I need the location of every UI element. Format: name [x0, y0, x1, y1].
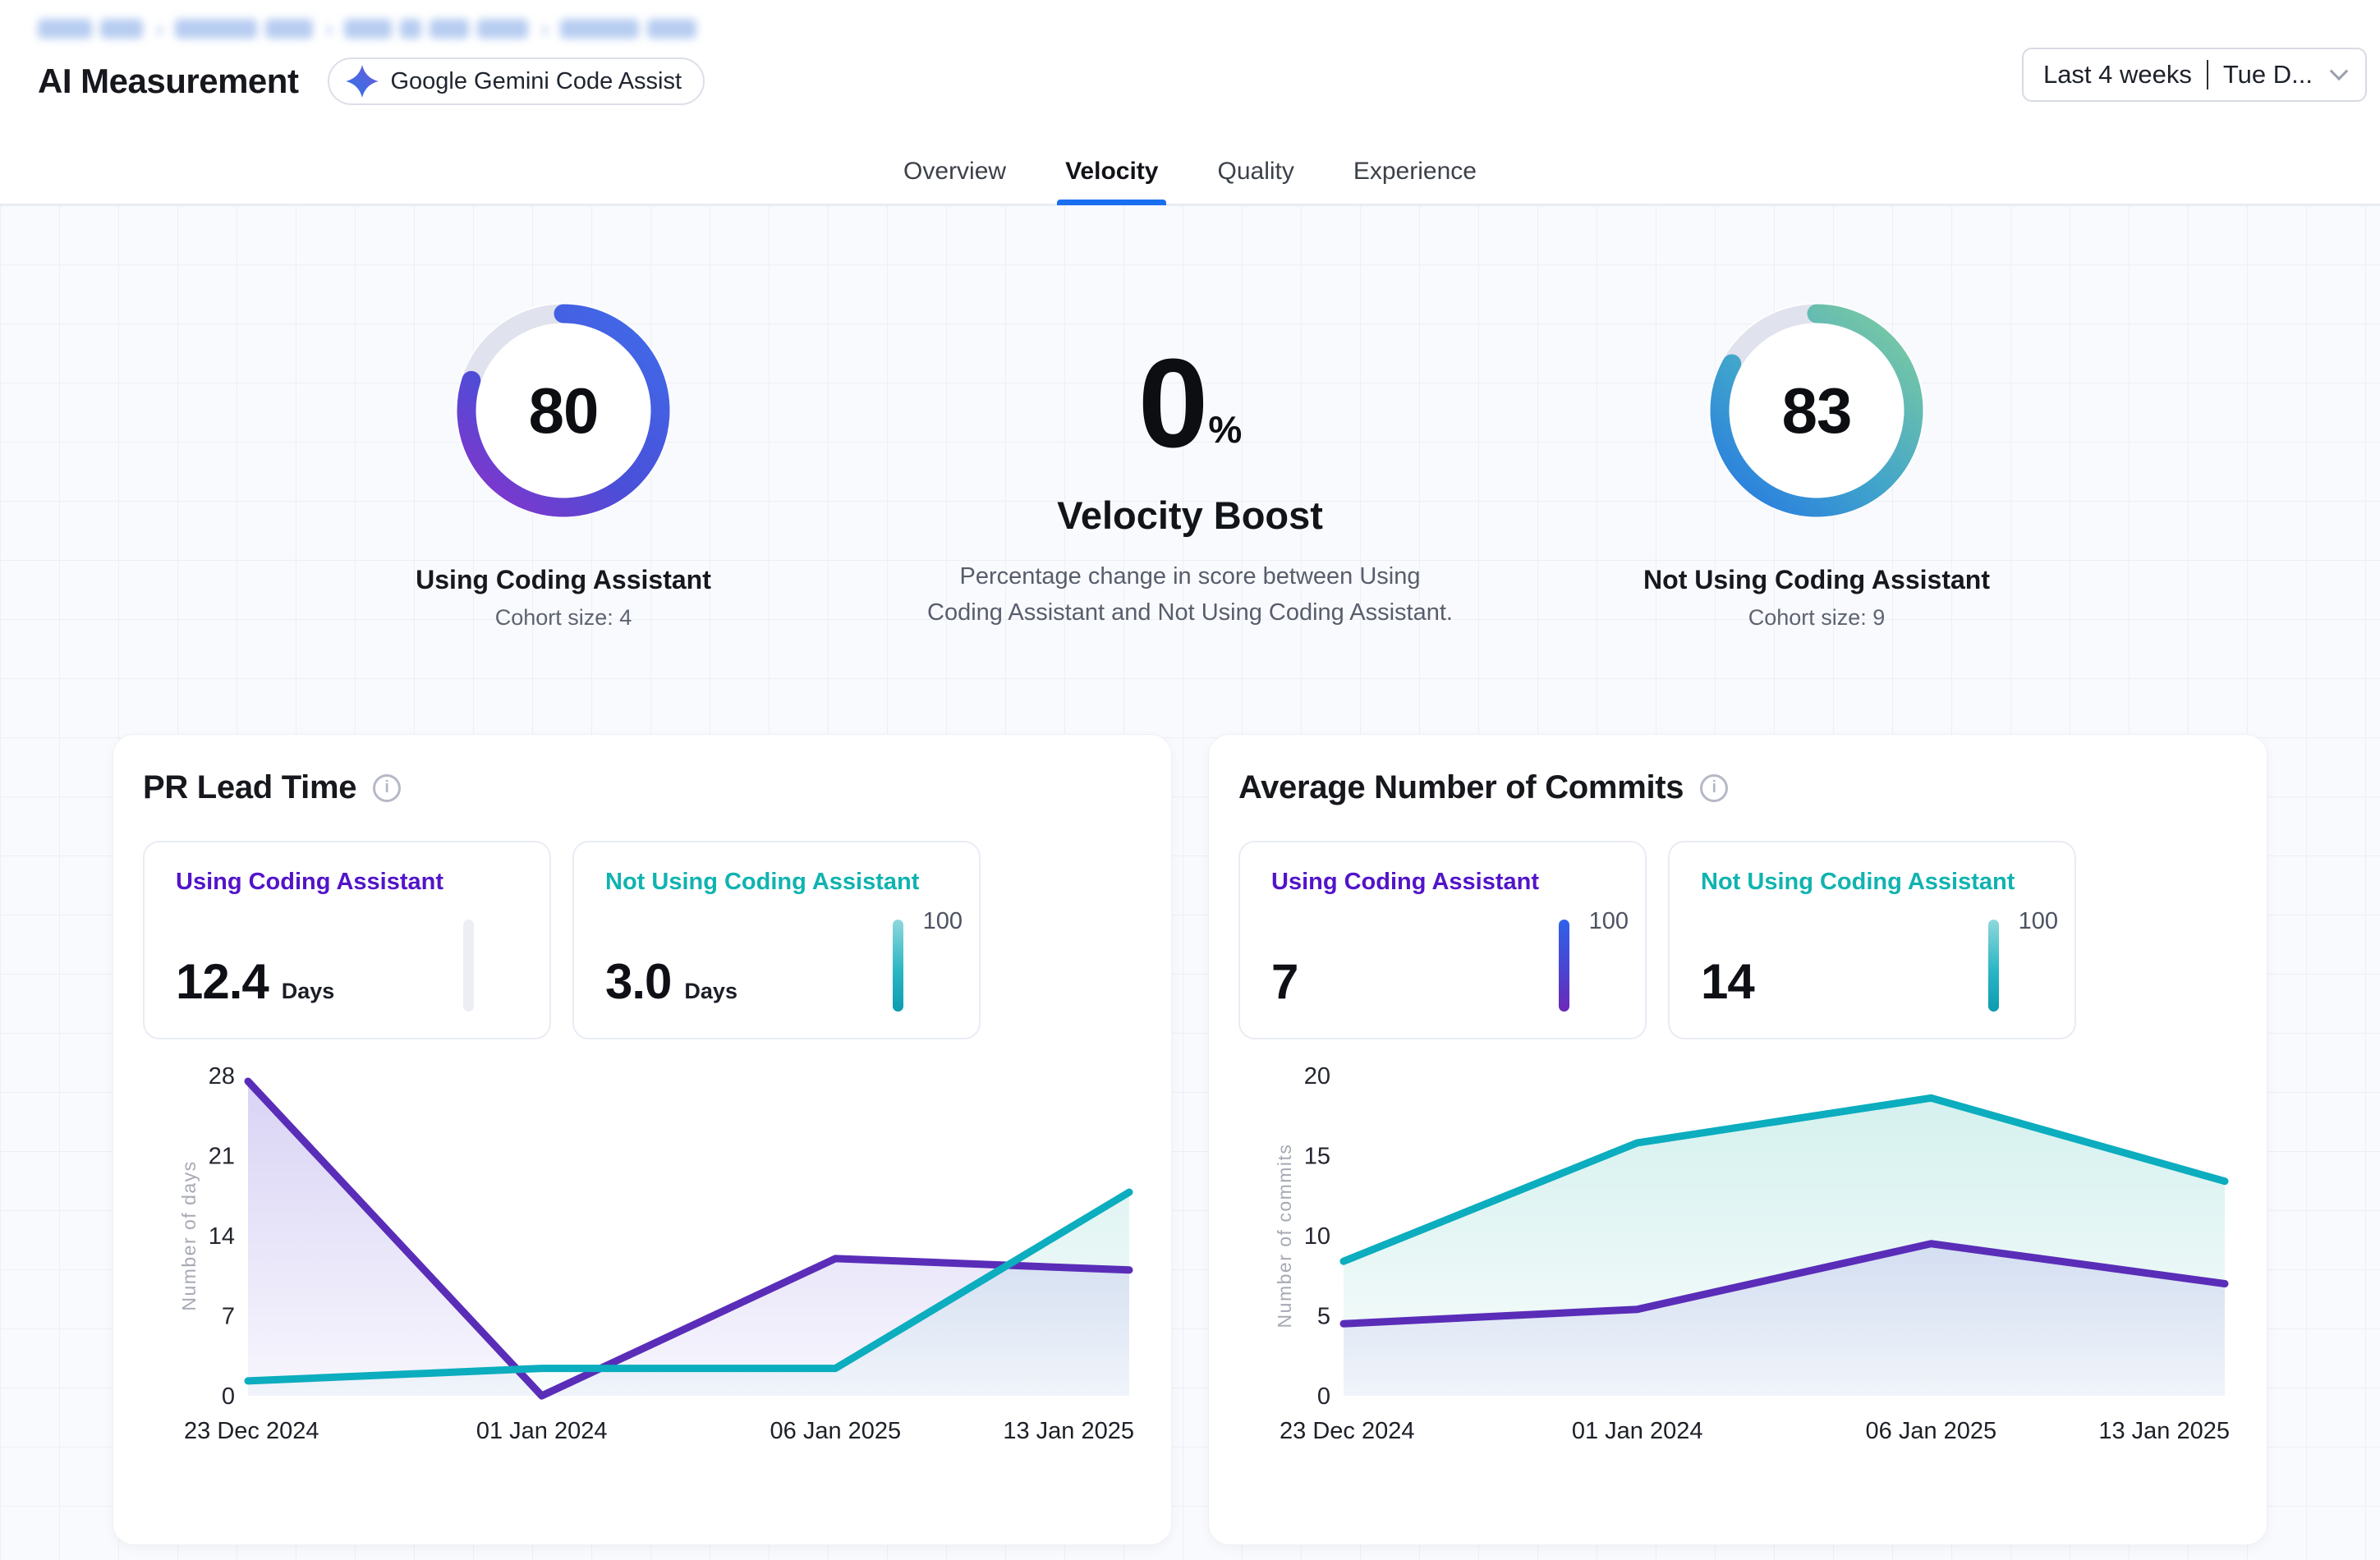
breadcrumb-segment[interactable]	[430, 19, 469, 39]
breadcrumb-separator: ›	[541, 16, 549, 42]
boost-value: 0	[1138, 343, 1209, 463]
pr-lead-time-chart: 0 7 14 21 28 Number of days 23 Dec 2024 01 Jan …	[143, 1059, 1142, 1453]
svg-text:0: 0	[1317, 1383, 1330, 1410]
stat-gauge-max: 100	[2019, 908, 2058, 935]
chevron-down-icon	[2330, 62, 2349, 80]
stat-label: Using Coding Assistant	[176, 869, 518, 896]
info-icon[interactable]: i	[373, 774, 401, 802]
avg-commits-card: Average Number of Commits i Using Coding…	[1208, 734, 2267, 1545]
stat-label: Using Coding Assistant	[1271, 869, 1614, 896]
info-icon[interactable]: i	[1700, 774, 1728, 802]
breadcrumb-segment[interactable]	[647, 19, 696, 39]
date-range-select[interactable]: Last 4 weeks Tue D...	[2022, 48, 2367, 102]
svg-text:Number of commits: Number of commits	[1274, 1144, 1295, 1328]
breadcrumb-separator: ›	[156, 16, 163, 42]
avg-commits-title: Average Number of Commits	[1238, 769, 1684, 806]
date-range-detail: Tue D...	[2223, 60, 2313, 89]
svg-text:15: 15	[1304, 1144, 1330, 1170]
svg-text:Number of days: Number of days	[178, 1160, 200, 1310]
stat-unit: Days	[684, 979, 737, 1004]
tabbar: Overview Velocity Quality Experience	[0, 140, 2380, 205]
not-using-gauge-label: Not Using Coding Assistant	[1643, 565, 1990, 595]
breadcrumb-segment[interactable]	[265, 19, 313, 39]
svg-text:13 Jan 2025: 13 Jan 2025	[2098, 1418, 2230, 1444]
stat-gauge-bar	[1559, 920, 1569, 1012]
svg-text:13 Jan 2025: 13 Jan 2025	[1003, 1418, 1134, 1444]
stat-gauge-max: 100	[1589, 908, 1629, 935]
svg-text:0: 0	[222, 1383, 235, 1410]
stat-gauge-bar	[1988, 920, 1999, 1012]
not-using-cohort-size: Cohort size: 9	[1748, 605, 1886, 631]
date-range-divider	[2207, 60, 2208, 89]
pr-not-using-stat-card: Not Using Coding Assistant 3.0 Days 100	[572, 841, 981, 1039]
assistant-badge[interactable]: Google Gemini Code Assist	[328, 57, 705, 105]
boost-title: Velocity Boost	[927, 493, 1453, 538]
content-area: 80 Using Coding Assistant Cohort size: 4…	[0, 205, 2380, 1560]
tab-quality[interactable]: Quality	[1209, 140, 1302, 204]
stat-value: 12.4	[176, 953, 269, 1010]
boost-unit: %	[1208, 407, 1242, 463]
svg-text:01 Jan 2024: 01 Jan 2024	[1572, 1418, 1703, 1444]
pr-using-stat-card: Using Coding Assistant 12.4 Days	[143, 841, 551, 1039]
gemini-star-icon	[346, 65, 379, 98]
svg-text:5: 5	[1317, 1304, 1330, 1330]
breadcrumb-segment[interactable]	[38, 19, 92, 39]
not-using-gauge-block: 83 Not Using Coding Assistant Cohort siz…	[1652, 296, 1981, 734]
using-score-value: 80	[448, 296, 678, 525]
breadcrumb-segment[interactable]	[400, 19, 421, 39]
breadcrumb-segment[interactable]	[344, 19, 392, 39]
using-cohort-size: Cohort size: 4	[495, 605, 632, 631]
stat-value: 3.0	[605, 953, 671, 1010]
stat-label: Not Using Coding Assistant	[1701, 869, 2043, 896]
svg-text:20: 20	[1304, 1063, 1330, 1090]
using-gauge-label: Using Coding Assistant	[416, 565, 711, 595]
breadcrumb-segment[interactable]	[175, 19, 257, 39]
svg-text:14: 14	[209, 1223, 235, 1250]
assistant-badge-label: Google Gemini Code Assist	[390, 68, 682, 95]
pr-lead-time-card: PR Lead Time i Using Coding Assistant 12…	[113, 734, 1172, 1545]
stat-gauge-bar	[893, 920, 903, 1012]
svg-text:10: 10	[1304, 1223, 1330, 1250]
velocity-boost-block: 0 % Velocity Boost Percentage change in …	[927, 296, 1453, 734]
svg-text:06 Jan 2025: 06 Jan 2025	[770, 1418, 902, 1444]
stat-value: 14	[1701, 953, 1754, 1010]
page-header: › › › AI Measurement Google Gemini Code As…	[0, 0, 2380, 140]
tab-overview[interactable]: Overview	[895, 140, 1014, 204]
breadcrumb-segment[interactable]	[100, 19, 143, 39]
svg-text:01 Jan 2024: 01 Jan 2024	[476, 1418, 608, 1444]
stat-label: Not Using Coding Assistant	[605, 869, 948, 896]
svg-text:7: 7	[222, 1304, 235, 1330]
date-range-value: Last 4 weeks	[2043, 60, 2192, 89]
boost-description: Percentage change in score between Using…	[927, 559, 1453, 631]
stat-gauge-bar	[463, 920, 474, 1012]
stat-value: 7	[1271, 953, 1298, 1010]
breadcrumb[interactable]: › › ›	[38, 15, 2380, 43]
breadcrumb-separator: ›	[326, 16, 333, 42]
velocity-summary: 80 Using Coding Assistant Cohort size: 4…	[0, 205, 2380, 734]
svg-text:23 Dec 2024: 23 Dec 2024	[184, 1418, 319, 1444]
tab-experience[interactable]: Experience	[1345, 140, 1485, 204]
svg-text:23 Dec 2024: 23 Dec 2024	[1280, 1418, 1414, 1444]
page-title: AI Measurement	[38, 62, 298, 101]
stat-gauge-max: 100	[923, 908, 963, 935]
using-gauge-block: 80 Using Coding Assistant Cohort size: 4	[399, 296, 728, 734]
breadcrumb-segment[interactable]	[477, 19, 528, 39]
stat-unit: Days	[282, 979, 335, 1004]
svg-text:06 Jan 2025: 06 Jan 2025	[1866, 1418, 1997, 1444]
commits-using-stat-card: Using Coding Assistant 7 100	[1238, 841, 1647, 1039]
commits-not-using-stat-card: Not Using Coding Assistant 14 100	[1668, 841, 2076, 1039]
svg-text:21: 21	[209, 1144, 235, 1170]
breadcrumb-segment[interactable]	[560, 19, 639, 39]
pr-lead-time-title: PR Lead Time	[143, 769, 356, 806]
svg-text:28: 28	[209, 1063, 235, 1090]
tab-velocity[interactable]: Velocity	[1057, 140, 1166, 204]
avg-commits-chart: 0 5 10 15 20 Number of commits 23 Dec 2024 01 J…	[1238, 1059, 2238, 1453]
not-using-score-value: 83	[1702, 296, 1932, 525]
